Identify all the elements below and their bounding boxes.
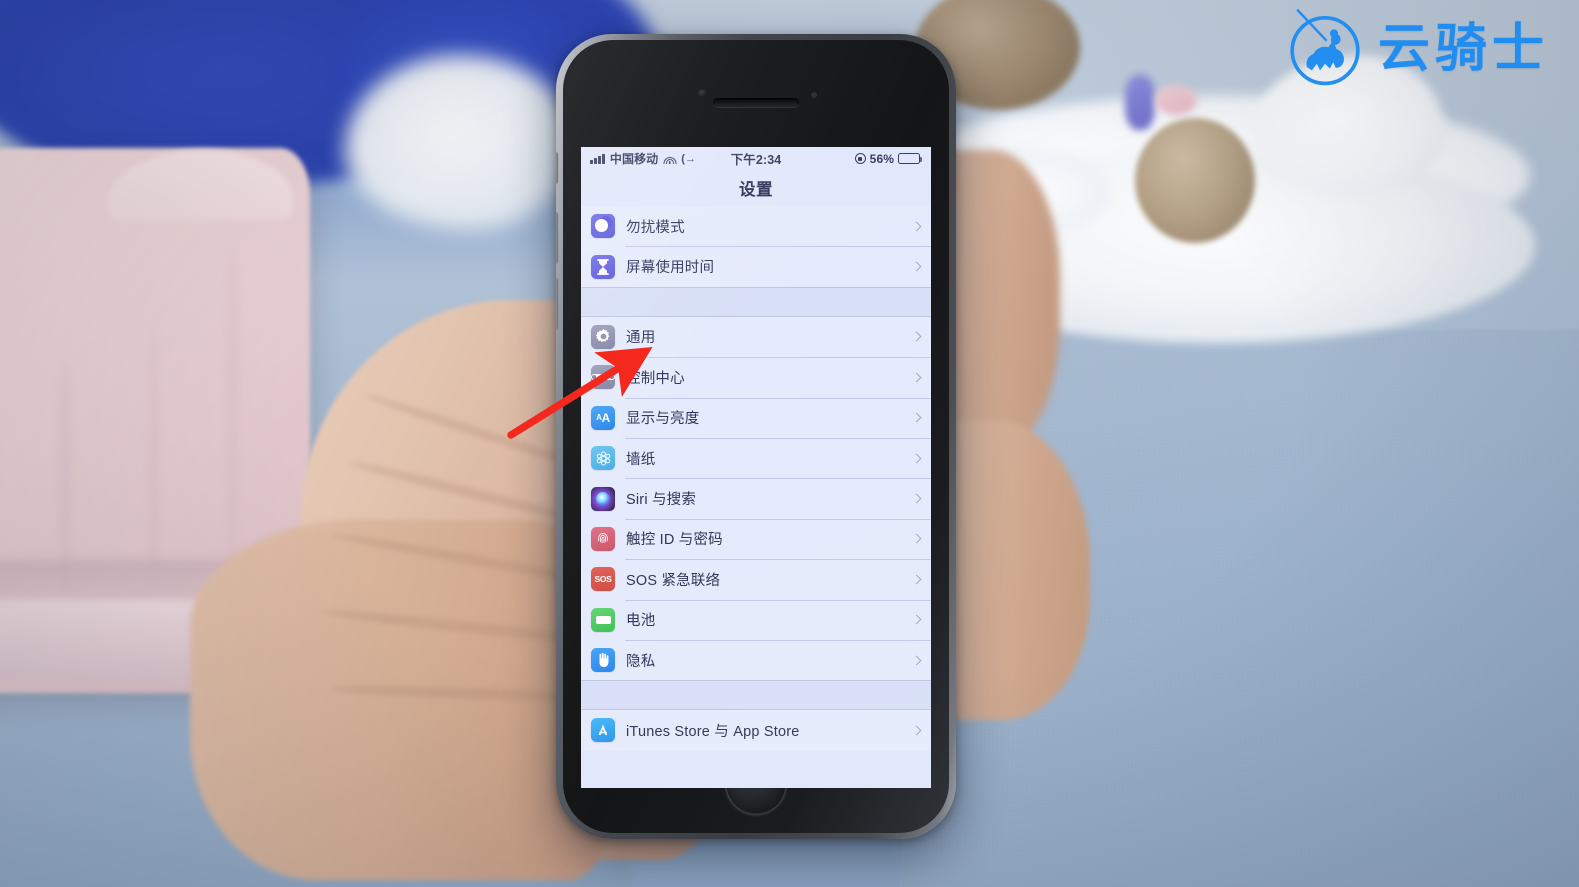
wallpaper-flower-glyph (596, 451, 610, 466)
settings-row[interactable]: 电池 (581, 599, 931, 640)
settings-row[interactable]: 屏幕使用时间 (581, 246, 931, 287)
chevron-right-icon (911, 453, 922, 464)
display-brightness-icon: AA (591, 405, 615, 430)
chevron-right-icon (911, 493, 922, 504)
settings-group: iTunes Store 与 App Store (581, 710, 931, 751)
siri-icon (591, 486, 615, 511)
settings-row[interactable]: SOS SOS 紧急联络 (581, 559, 931, 600)
personal-hotspot-icon: (→ (681, 152, 697, 165)
chevron-right-icon (911, 332, 922, 342)
settings-row[interactable]: 触控 ID 与密码 (581, 518, 931, 560)
chevron-right-icon (911, 372, 922, 383)
chevron-right-icon (911, 614, 922, 625)
status-bar-left: 中国移动 (→ (590, 150, 696, 167)
settings-row-label: 电池 (626, 613, 656, 630)
fingerprint-glyph (598, 533, 608, 544)
settings-row-label: 隐私 (626, 653, 656, 670)
status-bar-right: 56% (854, 151, 923, 166)
battery-percent-label: 56% (869, 151, 894, 166)
battery-icon (898, 153, 923, 164)
sos-icon: SOS (591, 567, 615, 592)
settings-row[interactable]: 通用 (581, 316, 931, 358)
settings-group: 通用控制中心 A A 显示与亮度墙纸 Siri 与搜索触控 ID 与密码 SOS SOS 紧… (581, 316, 931, 681)
settings-row-label: 显示与亮度 (626, 411, 700, 428)
volume-down-button[interactable] (556, 278, 558, 330)
settings-row-label: 控制中心 (626, 370, 685, 387)
settings-row[interactable]: 隐私 (581, 639, 931, 681)
app-store-glyph (598, 725, 608, 736)
moon-icon (591, 214, 615, 239)
app-store-icon (591, 718, 615, 743)
chevron-right-icon (911, 261, 922, 272)
wifi-icon (663, 154, 677, 164)
settings-row[interactable]: A A 显示与亮度 (581, 397, 931, 438)
control-center-icon (591, 365, 615, 390)
status-bar: 中国移动 (→ 下午2:34 56% (581, 147, 931, 170)
settings-row[interactable]: 控制中心 (581, 357, 931, 398)
hourglass-glyph (597, 258, 609, 275)
list-group-separator (581, 680, 931, 711)
iphone-device: 中国移动 (→ 下午2:34 56% 设置 勿扰模式屏幕使用时间 通用控制中心 A A… (556, 34, 956, 839)
volume-up-button[interactable] (556, 212, 558, 264)
silent-switch[interactable] (556, 152, 558, 184)
watermark-logo: 云骑士 (1284, 8, 1549, 90)
carrier-label: 中国移动 (609, 152, 659, 166)
list-group-separator (581, 286, 931, 317)
settings-group: 勿扰模式屏幕使用时间 (581, 206, 931, 287)
nav-bar: 设置 (581, 170, 931, 206)
settings-row[interactable]: 墙纸 (581, 437, 931, 479)
cellular-signal-icon (590, 153, 605, 164)
chevron-right-icon (911, 221, 922, 232)
earpiece-speaker (713, 98, 799, 107)
toggle-glyph (603, 374, 615, 381)
settings-list[interactable]: 勿扰模式屏幕使用时间 通用控制中心 A A 显示与亮度墙纸 Siri 与搜索触控 ID 与… (581, 206, 931, 751)
settings-row-label: 屏幕使用时间 (626, 260, 715, 277)
settings-row-label: iTunes Store 与 App Store (626, 723, 800, 740)
settings-row-label: 触控 ID 与密码 (626, 532, 723, 549)
chevron-right-icon (911, 574, 922, 585)
settings-row[interactable]: 勿扰模式 (581, 206, 931, 247)
chevron-right-icon (911, 655, 922, 666)
chevron-right-icon (911, 533, 922, 544)
page-title: 设置 (739, 181, 773, 199)
phone-screen: 中国移动 (→ 下午2:34 56% 设置 勿扰模式屏幕使用时间 通用控制中心 A A… (581, 147, 931, 788)
settings-row-label: SOS 紧急联络 (626, 572, 721, 589)
settings-row[interactable]: Siri 与搜索 (581, 478, 931, 519)
toggle-glyph (591, 374, 603, 381)
proximity-sensor (811, 92, 817, 98)
settings-row-label: Siri 与搜索 (626, 492, 697, 509)
knight-on-horse-circle-icon (1290, 8, 1360, 86)
battery-icon (591, 607, 615, 632)
gear-icon (591, 324, 615, 349)
chevron-right-icon (911, 412, 922, 423)
hand-glyph (599, 652, 608, 668)
privacy-hand-icon (591, 648, 615, 673)
hourglass-icon (591, 254, 615, 279)
settings-row-label: 通用 (626, 330, 656, 347)
touch-id-icon (591, 526, 615, 551)
settings-row-label: 勿扰模式 (626, 219, 685, 236)
brand-name: 云骑士 (1377, 19, 1549, 79)
rotation-lock-icon (854, 153, 866, 164)
gear-glyph (595, 329, 609, 343)
chevron-right-icon (911, 725, 922, 736)
front-camera (698, 89, 707, 98)
settings-row[interactable]: iTunes Store 与 App Store (581, 710, 931, 751)
settings-row-label: 墙纸 (626, 451, 656, 468)
wallpaper-icon (591, 446, 615, 471)
